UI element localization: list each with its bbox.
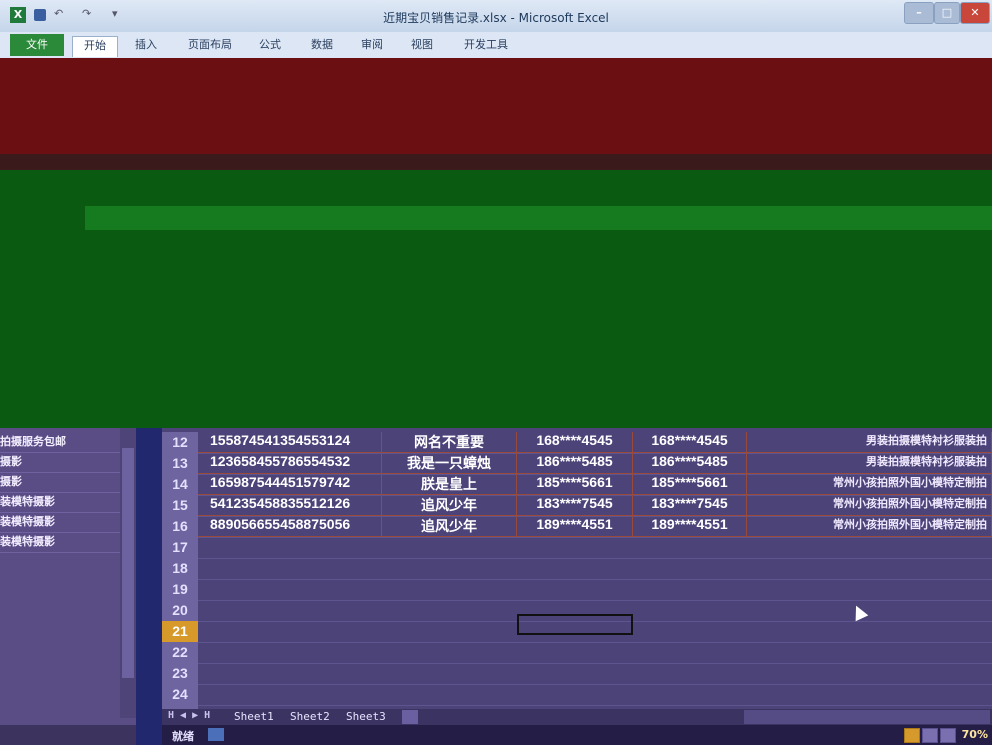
order-cell[interactable]: 541235458835512126 [198,495,382,516]
buyer-name-cell[interactable]: 网名不重要 [382,432,517,453]
table-row[interactable]: 19 [162,579,992,601]
tab-home[interactable]: 开始 [72,36,118,57]
phone-cell[interactable]: 189****4551 [633,516,747,537]
ribbon-tabs: 文件 开始 插入 页面布局 公式 数据 审阅 视图 开发工具 [0,32,992,58]
ribbon-content-area [0,58,992,154]
minimize-button[interactable]: – [904,2,934,24]
order-cell[interactable]: 155874541354553124 [198,432,382,453]
product-cell[interactable]: 常州小孩拍照外国小模特定制拍 [747,474,992,495]
tab-formulas[interactable]: 公式 [252,36,288,56]
left-panel-scroll-thumb[interactable] [122,448,134,678]
product-cell[interactable]: 常州小孩拍照外国小模特定制拍 [747,495,992,516]
table-row[interactable]: 23 [162,663,992,685]
row-header[interactable]: 22 [162,642,198,663]
phone-cell[interactable]: 168****4545 [517,432,633,453]
phone-cell[interactable]: 186****5485 [633,453,747,474]
row-header[interactable]: 23 [162,663,198,684]
row-header[interactable]: 19 [162,579,198,600]
close-button[interactable]: ✕ [960,2,990,24]
row-header[interactable]: 16 [162,516,198,537]
product-cell[interactable]: 男装拍摄模特衬衫服装拍 [747,453,992,474]
tab-page-layout[interactable]: 页面布局 [180,36,240,56]
order-cell[interactable]: 123658455786554532 [198,453,382,474]
selected-cell-outline[interactable] [517,614,633,635]
ready-status: 就绪 [172,730,194,743]
tab-developer[interactable]: 开发工具 [456,36,516,56]
phone-cell[interactable]: 186****5485 [517,453,633,474]
table-row[interactable]: 24 [162,684,992,706]
buyer-name-cell[interactable]: 追风少年 [382,495,517,516]
row-header[interactable]: 24 [162,684,198,705]
row-header-active[interactable]: 21 [162,621,198,642]
tab-sheet3[interactable]: Sheet3 [346,710,386,724]
row-header[interactable]: 13 [162,453,198,474]
horizontal-scrollbar[interactable] [744,710,990,724]
maximize-button[interactable]: □ [934,2,960,24]
row-header[interactable]: 18 [162,558,198,579]
order-cell[interactable]: 165987544451579742 [198,474,382,495]
left-panel-hscroll[interactable] [0,725,136,745]
status-bar: 就绪 70% [162,725,992,745]
list-item[interactable]: 装模特摄影 [0,492,120,513]
macro-record-icon[interactable] [208,728,224,741]
title-bar: X ↶ ↷ ▾ 近期宝贝销售记录.xlsx - Microsoft Excel … [0,0,992,32]
phone-cell[interactable]: 185****5661 [633,474,747,495]
tab-sheet2[interactable]: Sheet2 [290,710,330,724]
buyer-name-cell[interactable]: 我是一只蟑烛 [382,453,517,474]
sheet-navigation-arrows[interactable]: H ◀ ▶ H [168,710,210,721]
table-row[interactable]: 13 123658455786554532 我是一只蟑烛 186****5485… [162,453,992,475]
list-item[interactable]: 装模特摄影 [0,532,120,553]
phone-cell[interactable]: 189****4551 [517,516,633,537]
product-cell[interactable]: 常州小孩拍照外国小模特定制拍 [747,516,992,537]
table-row[interactable]: 12 155874541354553124 网名不重要 168****4545 … [162,432,992,454]
buyer-name-cell[interactable]: 追风少年 [382,516,517,537]
header-row-strip [85,206,992,230]
row-header[interactable]: 14 [162,474,198,495]
table-row[interactable]: 16 889056655458875056 追风少年 189****4551 1… [162,516,992,538]
row-header[interactable]: 17 [162,537,198,558]
tab-file[interactable]: 文件 [10,34,64,56]
insert-sheet-icon[interactable] [402,710,418,724]
worksheet-grid[interactable]: 12 155874541354553124 网名不重要 168****4545 … [162,428,992,710]
phone-cell[interactable]: 183****7545 [517,495,633,516]
list-item[interactable]: 摄影 [0,452,120,473]
tab-sheet1[interactable]: Sheet1 [234,710,274,724]
order-cell[interactable]: 889056655458875056 [198,516,382,537]
phone-cell[interactable]: 168****4545 [633,432,747,453]
tab-review[interactable]: 审阅 [354,36,390,56]
product-cell[interactable]: 男装拍摄模特衬衫服装拍 [747,432,992,453]
buyer-name-cell[interactable]: 朕是皇上 [382,474,517,495]
table-row[interactable]: 14 165987544451579742 朕是皇上 185****5661 1… [162,474,992,496]
formula-bar-area [0,154,992,170]
window-title: 近期宝贝销售记录.xlsx - Microsoft Excel [383,11,609,25]
page-layout-view-icon[interactable] [922,728,938,743]
tab-view[interactable]: 视图 [404,36,440,56]
phone-cell[interactable]: 183****7545 [633,495,747,516]
list-item[interactable]: 摄影 [0,472,120,493]
row-header[interactable]: 15 [162,495,198,516]
table-row[interactable]: 18 [162,558,992,580]
sheet-tab-bar: H ◀ ▶ H Sheet1 Sheet2 Sheet3 [162,709,992,725]
table-row[interactable]: 17 [162,537,992,559]
list-item[interactable]: 拍摄服务包邮 [0,432,120,453]
table-row[interactable]: 22 [162,642,992,664]
row-header[interactable]: 20 [162,600,198,621]
zoom-level[interactable]: 70% [962,728,988,741]
table-row[interactable]: 15 541235458835512126 追风少年 183****7545 1… [162,495,992,517]
divider-strip [136,428,162,745]
tab-insert[interactable]: 插入 [128,36,164,56]
list-item[interactable]: 装模特摄影 [0,512,120,533]
tab-data[interactable]: 数据 [304,36,340,56]
row-header[interactable]: 12 [162,432,198,453]
page-break-view-icon[interactable] [940,728,956,743]
left-side-panel: 拍摄服务包邮 摄影 摄影 装模特摄影 装模特摄影 装模特摄影 [0,428,136,745]
normal-view-icon[interactable] [904,728,920,743]
phone-cell[interactable]: 185****5661 [517,474,633,495]
